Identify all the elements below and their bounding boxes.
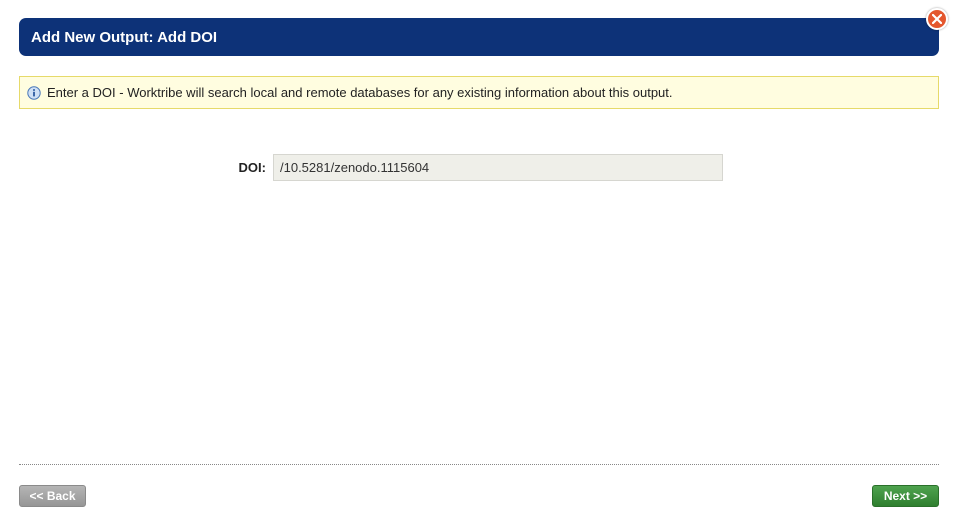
- doi-field-row: DOI:: [0, 154, 956, 181]
- doi-label: DOI:: [238, 160, 266, 175]
- add-doi-dialog: Add New Output: Add DOI Enter a DOI - Wo…: [0, 0, 956, 523]
- close-button[interactable]: [926, 8, 948, 30]
- next-button[interactable]: Next >>: [872, 485, 939, 507]
- footer-divider: [19, 464, 939, 465]
- close-icon: [932, 14, 942, 24]
- info-message-box: Enter a DOI - Worktribe will search loca…: [19, 76, 939, 109]
- doi-input[interactable]: [273, 154, 723, 181]
- info-message: Enter a DOI - Worktribe will search loca…: [47, 85, 673, 100]
- info-icon: [27, 85, 41, 100]
- dialog-title-bar: Add New Output: Add DOI: [19, 18, 939, 56]
- dialog-title: Add New Output: Add DOI: [31, 28, 218, 46]
- back-button[interactable]: << Back: [19, 485, 86, 507]
